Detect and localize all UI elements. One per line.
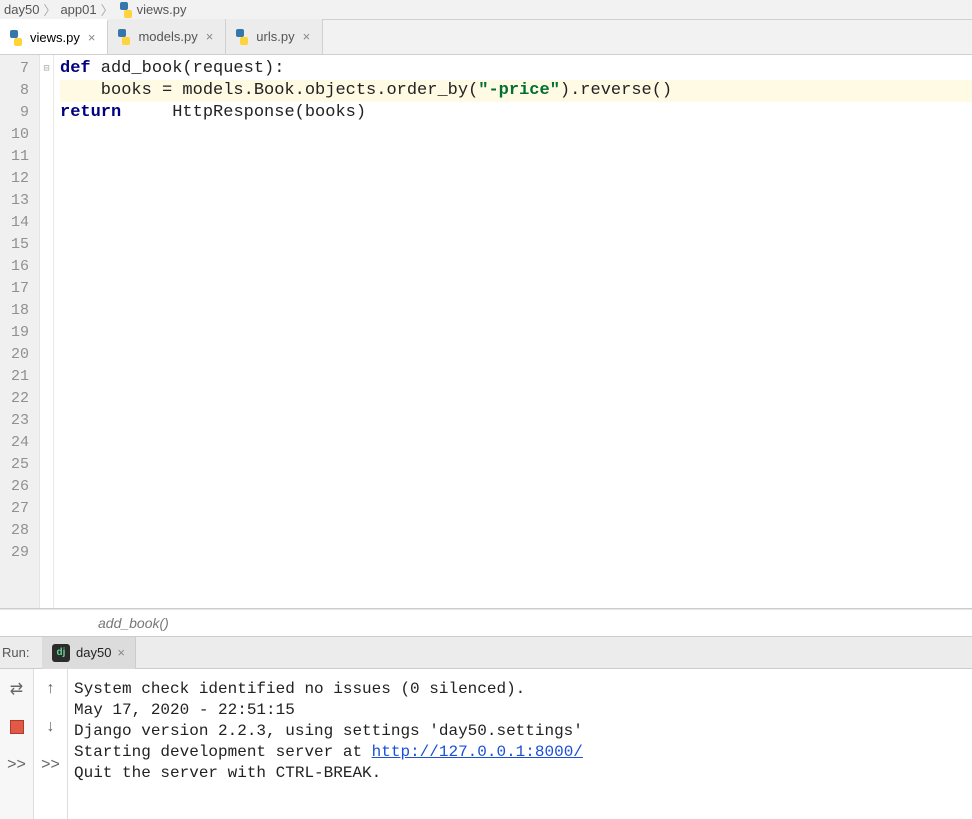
python-icon xyxy=(116,29,132,45)
tab-models[interactable]: models.py × xyxy=(108,19,226,54)
code-editor[interactable]: 7891011121314151617181920212223242526272… xyxy=(0,55,972,609)
rerun-button[interactable]: ⇄ xyxy=(7,679,27,699)
close-icon[interactable]: × xyxy=(301,29,313,44)
structure-breadcrumb[interactable]: add_book() xyxy=(0,609,972,637)
chevron-right-icon: 〉 xyxy=(43,0,56,19)
python-icon xyxy=(118,2,134,18)
breadcrumb-item[interactable]: app01 xyxy=(60,2,96,17)
tab-label: models.py xyxy=(138,29,197,44)
fold-column: ⊟ xyxy=(40,55,54,608)
run-label: Run: xyxy=(0,645,42,660)
console-output[interactable]: System check identified no issues (0 sil… xyxy=(68,669,972,819)
fold-icon[interactable]: ⊟ xyxy=(40,58,53,80)
run-tab-label: day50 xyxy=(76,645,111,660)
chevron-right-icon: 〉 xyxy=(101,0,114,19)
tool-column-nav: ↑ ↓ >> xyxy=(34,669,68,819)
editor-tabs: views.py × models.py × urls.py × xyxy=(0,20,972,55)
down-button[interactable]: ↓ xyxy=(41,717,61,737)
breadcrumb-item[interactable]: views.py xyxy=(118,2,187,18)
stop-icon xyxy=(10,720,24,734)
tab-views[interactable]: views.py × xyxy=(0,19,108,54)
code-area[interactable]: def add_book(request): books = models.Bo… xyxy=(54,55,972,608)
more-button[interactable]: >> xyxy=(41,755,61,775)
tab-label: urls.py xyxy=(256,29,294,44)
tool-column-left: ⇄ >> xyxy=(0,669,34,819)
stop-button[interactable] xyxy=(7,717,27,737)
server-url-link[interactable]: http://127.0.0.1:8000/ xyxy=(372,743,583,761)
up-button[interactable]: ↑ xyxy=(41,679,61,699)
more-button[interactable]: >> xyxy=(7,755,27,775)
close-icon[interactable]: × xyxy=(117,645,125,660)
close-icon[interactable]: × xyxy=(86,30,98,45)
python-icon xyxy=(8,30,24,46)
django-icon: dj xyxy=(52,644,70,662)
run-toolbar: Run: dj day50 × xyxy=(0,637,972,669)
python-icon xyxy=(234,29,250,45)
tab-label: views.py xyxy=(30,30,80,45)
breadcrumb-item[interactable]: day50 xyxy=(4,2,39,17)
close-icon[interactable]: × xyxy=(204,29,216,44)
line-gutter: 7891011121314151617181920212223242526272… xyxy=(0,55,40,608)
tab-urls[interactable]: urls.py × xyxy=(226,19,323,54)
breadcrumb: day50 〉 app01 〉 views.py xyxy=(0,0,972,20)
run-tab[interactable]: dj day50 × xyxy=(42,637,136,669)
console-panel: ⇄ >> ↑ ↓ >> System check identified no i… xyxy=(0,669,972,819)
